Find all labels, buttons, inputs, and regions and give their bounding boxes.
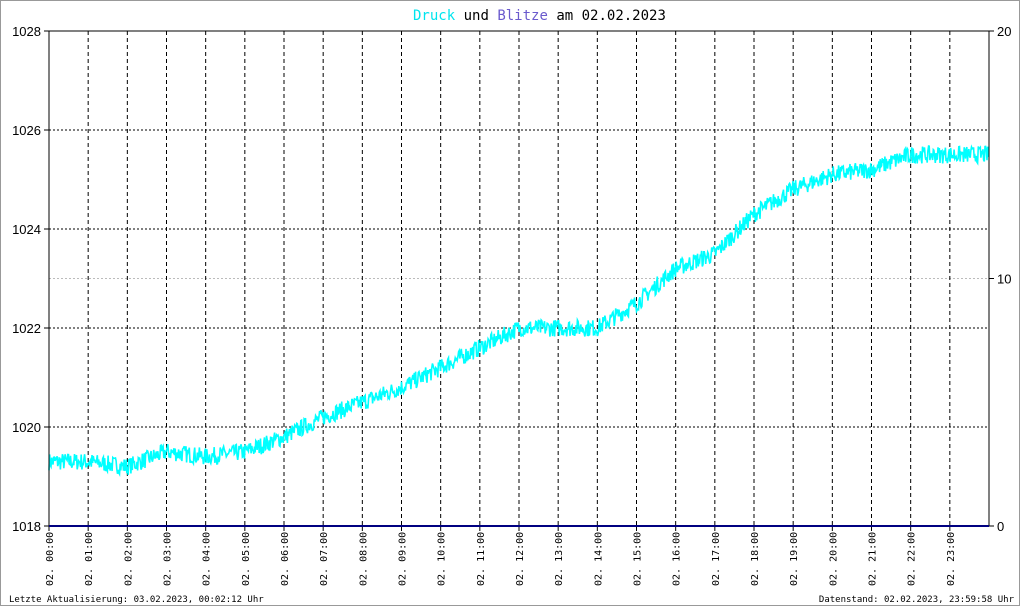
right-tick-label: 20 — [997, 24, 1011, 39]
x-tick-label: 02. 03:00 — [163, 532, 174, 586]
x-tick-label: 02. 14:00 — [593, 532, 604, 586]
x-tick-label: 02. 19:00 — [789, 532, 800, 586]
x-tick-label: 02. 09:00 — [398, 532, 409, 586]
x-tick-label: 02. 20:00 — [828, 532, 839, 586]
x-tick-label: 02. 04:00 — [202, 532, 213, 586]
x-tick-label: 02. 15:00 — [633, 532, 644, 586]
pressure-chart: Druck und Blitze am 02.02.2023 010201018… — [9, 8, 1015, 605]
title-druck: Druck — [413, 8, 456, 24]
x-tick-label: 02. 16:00 — [672, 532, 683, 586]
x-tick-label: 02. 11:00 — [476, 532, 487, 586]
x-tick-label: 02. 05:00 — [241, 532, 252, 586]
left-tick-label: 1018 — [12, 519, 41, 534]
left-tick-label: 1024 — [12, 222, 41, 237]
x-tick-label: 02. 08:00 — [358, 532, 369, 586]
x-tick-label: 02. 02:00 — [123, 532, 134, 586]
x-tick-label: 02. 13:00 — [554, 532, 565, 586]
x-tick-label: 02. 21:00 — [868, 532, 879, 586]
chart-title: Druck und Blitze am 02.02.2023 — [413, 8, 666, 24]
x-tick-label: 02. 01:00 — [84, 532, 95, 586]
right-tick-label: 10 — [997, 272, 1011, 287]
data-status-text: Datenstand: 02.02.2023, 23:59:58 Uhr — [819, 595, 1015, 605]
title-blitze: Blitze — [497, 8, 548, 24]
x-tick-label: 02. 23:00 — [946, 532, 957, 586]
title-date: am 02.02.2023 — [548, 8, 666, 24]
x-tick-label: 02. 07:00 — [319, 532, 330, 586]
x-tick-label: 02. 18:00 — [750, 532, 761, 586]
title-und: und — [455, 8, 497, 24]
x-tick-label: 02. 06:00 — [280, 532, 291, 586]
left-tick-label: 1028 — [12, 24, 41, 39]
chart-container: Druck und Blitze am 02.02.2023 0 10 20 1018… — [0, 0, 1020, 606]
x-tick-label: 02. 00:00 — [45, 532, 56, 586]
x-tick-label: 02. 17:00 — [711, 532, 722, 586]
left-tick-label: 1020 — [12, 420, 41, 435]
last-update-text: Letzte Aktualisierung: 03.02.2023, 00:02… — [9, 595, 264, 605]
left-tick-label: 1022 — [12, 321, 41, 336]
x-tick-label: 02. 12:00 — [515, 532, 526, 586]
x-tick-label: 02. 10:00 — [437, 532, 448, 586]
right-tick-label: 0 — [997, 519, 1004, 534]
left-tick-label: 1026 — [12, 123, 41, 138]
x-tick-label: 02. 22:00 — [907, 532, 918, 586]
